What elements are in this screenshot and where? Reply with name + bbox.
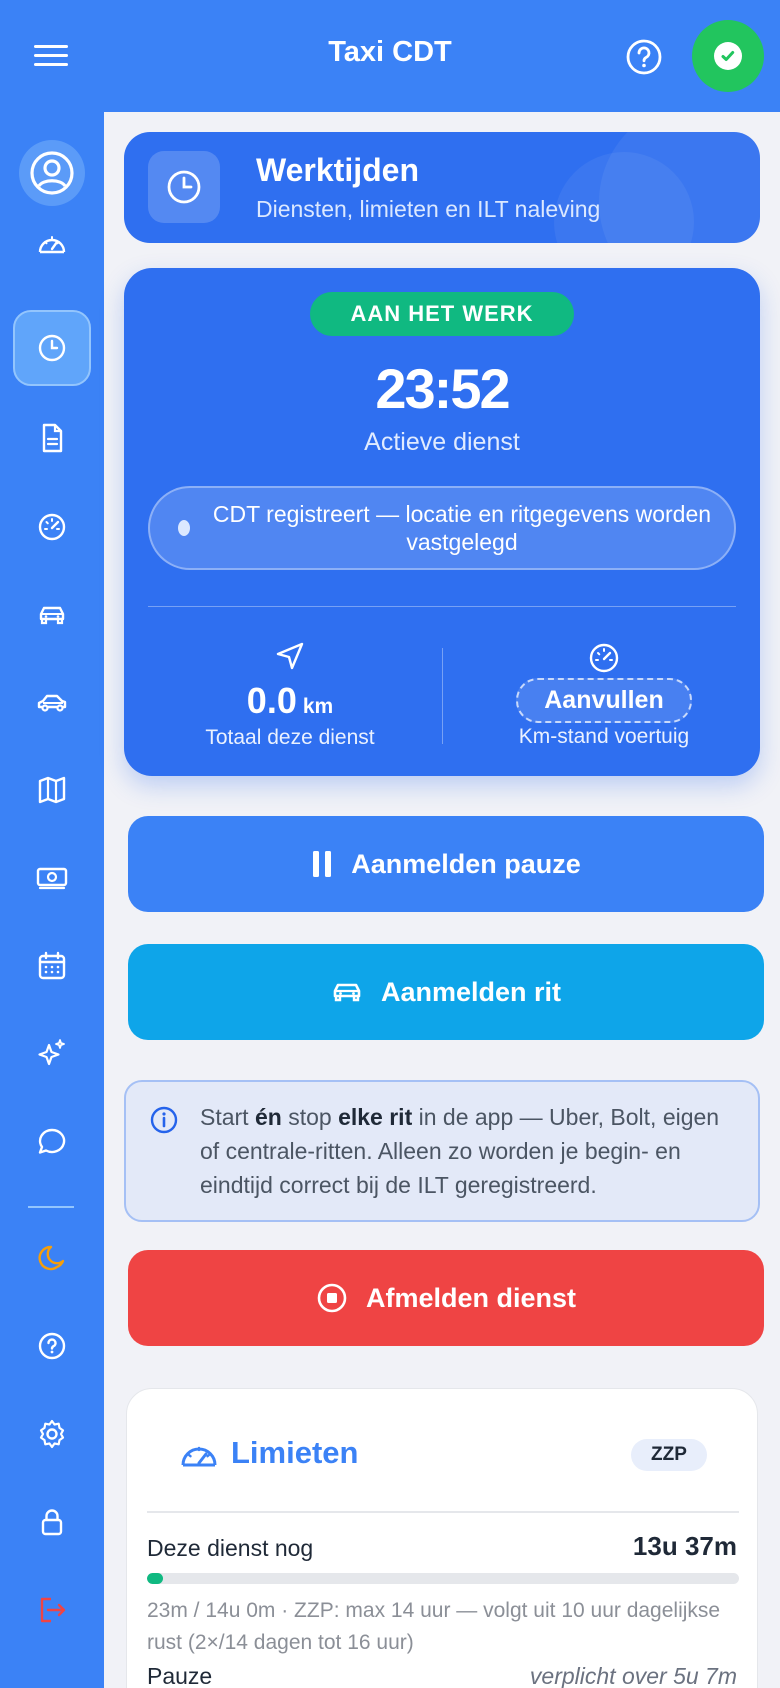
money-icon	[36, 867, 68, 890]
moon-icon	[38, 1245, 65, 1271]
shift-remaining-value: 13u 37m	[632, 1531, 737, 1561]
chat-icon	[38, 1128, 66, 1154]
map-icon	[38, 776, 66, 804]
sidebar-divider	[28, 1206, 74, 1208]
speedometer-icon	[38, 513, 66, 541]
sidebar-item-werktijden[interactable]	[13, 310, 91, 386]
odometer-stat: Aanvullen Km-stand voertuig	[454, 640, 754, 749]
taxi-icon	[37, 694, 67, 712]
info-text: Start én stop elke rit in de app — Uber,…	[200, 1104, 720, 1198]
page-subtitle: Diensten, limieten en ILT naleving	[256, 196, 601, 222]
sidebar-item-taxi[interactable]	[13, 664, 91, 740]
sidebar	[0, 112, 104, 1688]
distance-unit: km	[302, 695, 334, 718]
divider	[148, 606, 736, 607]
clock-icon	[38, 334, 66, 362]
distance-label: Totaal deze dienst	[205, 726, 375, 749]
shift-label: Actieve dienst	[364, 428, 520, 456]
sidebar-item-vehicle[interactable]	[13, 576, 91, 652]
stop-icon	[317, 1283, 347, 1313]
shift-remaining-label: Deze dienst nog	[147, 1535, 314, 1561]
check-icon	[714, 42, 742, 70]
shift-progress-bar	[147, 1573, 739, 1584]
start-ride-label: Aanmelden rit	[380, 976, 562, 1007]
sidebar-item-dark-mode[interactable]	[13, 1220, 91, 1296]
sidebar-item-earnings[interactable]	[13, 840, 91, 916]
distance-stat: 0.0 km Totaal deze dienst	[140, 640, 440, 750]
sidebar-item-map[interactable]	[13, 752, 91, 828]
start-ride-button[interactable]: Aanmelden rit	[128, 944, 764, 1040]
limits-title: Limieten	[231, 1435, 359, 1470]
sidebar-item-help[interactable]	[13, 1308, 91, 1384]
status-badge: AAN HET WERK	[310, 292, 574, 336]
sidebar-item-documents[interactable]	[13, 400, 91, 476]
lock-icon	[41, 1509, 63, 1536]
info-icon	[150, 1106, 178, 1139]
speedometer-icon	[179, 1437, 219, 1482]
help-icon	[38, 1332, 66, 1360]
help-icon[interactable]	[624, 37, 664, 77]
shift-timer: 23:52	[375, 357, 510, 420]
shift-progress-fill	[147, 1573, 163, 1584]
page-header: Werktijden Diensten, limieten en ILT nal…	[124, 132, 760, 243]
recording-text: CDT registreert — locatie en ritgegevens…	[212, 501, 712, 555]
pause-value: verplicht over 5u 7m	[529, 1663, 737, 1688]
avatar[interactable]	[19, 140, 85, 206]
odometer-fill-button[interactable]: Aanvullen	[516, 678, 692, 723]
gear-icon	[39, 1419, 65, 1449]
dashboard-icon	[38, 236, 66, 254]
zzp-badge: ZZP	[631, 1439, 707, 1471]
speedometer-icon	[454, 640, 754, 674]
start-pause-button[interactable]: Aanmelden pauze	[128, 816, 764, 912]
navigation-icon	[140, 640, 440, 674]
main-content: Werktijden Diensten, limieten en ILT nal…	[104, 112, 780, 1688]
end-shift-button[interactable]: Afmelden dienst	[128, 1250, 764, 1346]
distance-value: 0.0	[246, 680, 297, 721]
sidebar-item-ai[interactable]	[13, 1016, 91, 1092]
sparkles-icon	[38, 1039, 65, 1066]
pause-label: Pauze	[147, 1663, 213, 1688]
info-notice: Start én stop elke rit in de app — Uber,…	[124, 1080, 760, 1222]
start-pause-label: Aanmelden pauze	[351, 848, 581, 879]
sidebar-item-calendar[interactable]	[13, 928, 91, 1004]
sidebar-item-speed[interactable]	[13, 488, 91, 564]
odometer-label: Km-stand voertuig	[518, 725, 690, 748]
stat-separator	[442, 648, 443, 744]
user-icon	[30, 151, 74, 195]
top-bar: Taxi CDT	[0, 0, 780, 112]
recording-dot	[178, 520, 190, 536]
clock-icon	[148, 151, 220, 223]
work-status-card: AAN HET WERK 23:52 Actieve dienst CDT re…	[124, 268, 760, 776]
calendar-icon	[38, 951, 66, 980]
recording-notice: CDT registreert — locatie en ritgegevens…	[148, 486, 736, 570]
shift-note: 23m / 14u 0m · ZZP: max 14 uur — volgt u…	[147, 1599, 721, 1654]
pause-icon	[313, 851, 332, 877]
status-button[interactable]	[692, 20, 764, 92]
divider	[147, 1511, 739, 1513]
sidebar-item-settings[interactable]	[13, 1396, 91, 1472]
limits-card: Limieten ZZP Deze dienst nog 13u 37m 23m…	[126, 1388, 758, 1688]
car-icon	[39, 606, 65, 625]
sidebar-item-logout[interactable]	[13, 1572, 91, 1648]
sidebar-item-dashboard[interactable]	[13, 206, 91, 282]
car-icon	[333, 983, 361, 1002]
logout-icon	[40, 1597, 66, 1623]
document-icon	[42, 423, 63, 453]
sidebar-item-chat[interactable]	[13, 1104, 91, 1180]
sidebar-item-lock[interactable]	[13, 1484, 91, 1560]
end-shift-label: Afmelden dienst	[365, 1282, 577, 1313]
page-title: Werktijden	[256, 152, 419, 188]
